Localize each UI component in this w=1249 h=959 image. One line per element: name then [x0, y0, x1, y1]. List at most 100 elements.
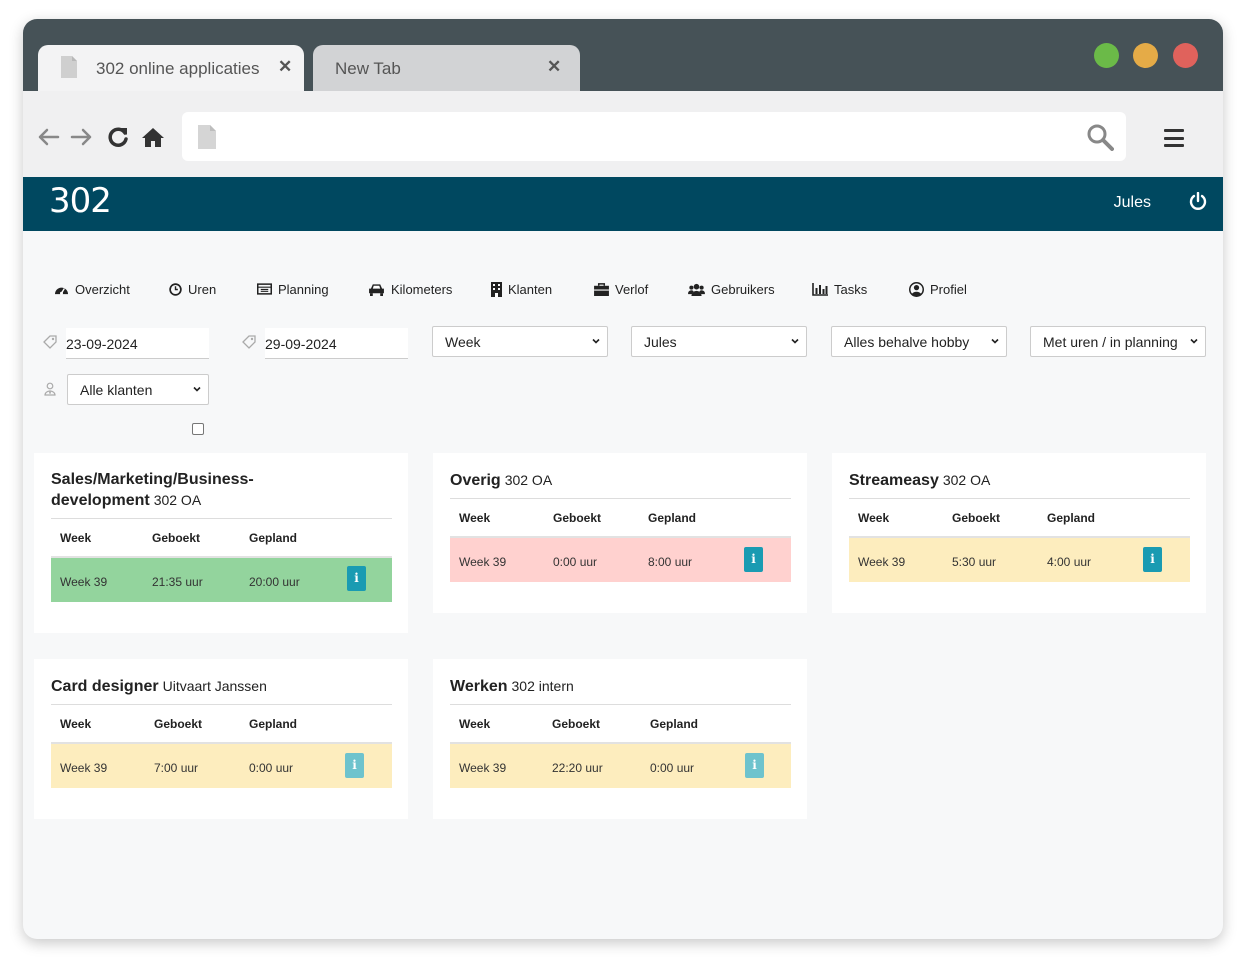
- project-card-overig: Overig 302 OA Week Geboekt Gepland Week 3…: [433, 453, 807, 613]
- users-icon: [688, 283, 705, 296]
- info-button[interactable]: i: [744, 547, 763, 572]
- info-button[interactable]: i: [347, 566, 366, 591]
- home-icon[interactable]: [141, 125, 165, 149]
- nav-item-verlof[interactable]: Verlof: [594, 279, 648, 299]
- project-card-streameasy: Streameasy 302 OA Week Geboekt Gepland We…: [832, 453, 1206, 613]
- cell-week: Week 39: [60, 761, 108, 775]
- col-week: Week: [858, 511, 890, 525]
- reload-icon[interactable]: [106, 125, 130, 149]
- card-subtitle: 302 OA: [942, 472, 991, 488]
- cell-week: Week 39: [60, 575, 108, 589]
- chevron-down-icon: [193, 386, 201, 392]
- project-card-sales: Sales/Marketing/Business- development 302…: [34, 453, 408, 633]
- col-planned: Gepland: [249, 531, 298, 545]
- info-button[interactable]: i: [1143, 547, 1162, 572]
- divider: [51, 518, 392, 519]
- table-row: Week 39 22:20 uur 0:00 uur i: [450, 742, 791, 788]
- logo[interactable]: 302: [49, 181, 112, 221]
- card-subtitle: Uitvaart Janssen: [162, 678, 267, 694]
- clients-select[interactable]: Alle klanten: [67, 374, 209, 405]
- card-title-text: Streameasy: [849, 472, 939, 489]
- nav-label: Klanten: [508, 281, 553, 297]
- calendar-icon: [257, 283, 272, 295]
- card-title-text: Overig: [450, 472, 501, 489]
- select-value: Jules: [644, 334, 677, 350]
- info-button[interactable]: i: [345, 753, 364, 778]
- search-icon[interactable]: [1086, 123, 1114, 151]
- card-title: Werken 302 intern: [450, 676, 574, 697]
- col-booked: Geboekt: [154, 717, 203, 731]
- col-booked: Geboekt: [552, 717, 601, 731]
- tab-302-online[interactable]: 302 online applicaties ✕: [38, 45, 304, 91]
- nav-item-tasks[interactable]: Tasks: [812, 279, 867, 299]
- close-dot[interactable]: [1173, 43, 1198, 68]
- divider: [450, 498, 791, 499]
- minimize-dot[interactable]: [1133, 43, 1158, 68]
- select-value: Met uren / in planning: [1043, 334, 1178, 350]
- tag-icon: [43, 335, 57, 349]
- back-arrow-icon[interactable]: [36, 125, 60, 149]
- filter-checkbox[interactable]: [192, 423, 204, 435]
- tab-title: 302 online applicaties: [96, 59, 260, 78]
- power-icon[interactable]: [1189, 192, 1207, 210]
- user-tie-icon: [44, 382, 56, 396]
- address-bar[interactable]: [182, 112, 1126, 161]
- cell-week: Week 39: [459, 761, 507, 775]
- col-booked: Geboekt: [952, 511, 1001, 525]
- user-name[interactable]: Jules: [1114, 194, 1151, 212]
- nav-item-planning[interactable]: Planning: [257, 279, 329, 299]
- divider: [849, 498, 1190, 499]
- maximize-dot[interactable]: [1094, 43, 1119, 68]
- col-planned: Gepland: [650, 717, 699, 731]
- mode-select[interactable]: Met uren / in planning: [1030, 326, 1206, 357]
- cell-planned: 4:00 uur: [1047, 555, 1092, 569]
- col-week: Week: [459, 717, 491, 731]
- col-planned: Gepland: [249, 717, 298, 731]
- col-booked: Geboekt: [553, 511, 602, 525]
- nav-item-overzicht[interactable]: Overzicht: [54, 279, 130, 299]
- browser-window: 302 online applicaties ✕ New Tab ✕ 302 J…: [23, 19, 1223, 939]
- col-week: Week: [60, 717, 92, 731]
- period-select[interactable]: Week: [432, 326, 608, 357]
- cell-booked: 0:00 uur: [553, 555, 598, 569]
- nav-item-profiel[interactable]: Profiel: [909, 279, 967, 299]
- table-row: Week 39 0:00 uur 8:00 uur i: [450, 536, 791, 582]
- table-row: Week 39 7:00 uur 0:00 uur i: [51, 742, 392, 788]
- app-header: 302 Jules: [23, 177, 1223, 231]
- date-from-input[interactable]: 23-09-2024: [66, 328, 209, 359]
- table-row: Week 39 5:30 uur 4:00 uur i: [849, 536, 1190, 582]
- forward-arrow-icon[interactable]: [70, 125, 94, 149]
- cell-booked: 5:30 uur: [952, 555, 997, 569]
- nav-label: Planning: [278, 281, 329, 297]
- nav-label: Gebruikers: [711, 281, 775, 297]
- info-button[interactable]: i: [745, 753, 764, 778]
- nav-label: Verlof: [615, 281, 649, 297]
- chevron-down-icon: [592, 338, 600, 344]
- select-value: Alle klanten: [80, 382, 153, 398]
- cell-planned: 20:00 uur: [249, 575, 300, 589]
- nav-item-kilometers[interactable]: Kilometers: [368, 279, 452, 299]
- user-select[interactable]: Jules: [631, 326, 807, 357]
- cell-week: Week 39: [459, 555, 507, 569]
- tab-close-icon[interactable]: ✕: [547, 57, 561, 77]
- nav-item-uren[interactable]: Uren: [169, 279, 216, 299]
- col-week: Week: [60, 531, 92, 545]
- cell-planned: 0:00 uur: [249, 761, 294, 775]
- clock-icon: [169, 282, 182, 296]
- tab-new-tab[interactable]: New Tab ✕: [313, 45, 580, 91]
- bar-chart-icon: [812, 282, 828, 296]
- cell-week: Week 39: [858, 555, 906, 569]
- table-row: Week 39 21:35 uur 20:00 uur i: [51, 556, 392, 602]
- tag-icon: [242, 335, 256, 349]
- date-to-input[interactable]: 29-09-2024: [265, 328, 408, 359]
- menu-icon[interactable]: [1164, 129, 1184, 147]
- tab-close-icon[interactable]: ✕: [278, 57, 292, 77]
- cell-planned: 0:00 uur: [650, 761, 695, 775]
- card-title: Card designer Uitvaart Janssen: [51, 676, 267, 697]
- category-select[interactable]: Alles behalve hobby: [831, 326, 1007, 357]
- briefcase-icon: [594, 282, 609, 296]
- select-value: Week: [445, 334, 481, 350]
- nav-item-gebruikers[interactable]: Gebruikers: [688, 279, 775, 299]
- nav-item-klanten[interactable]: Klanten: [491, 279, 552, 299]
- project-card-card-designer: Card designer Uitvaart Janssen Week Geboe…: [34, 659, 408, 819]
